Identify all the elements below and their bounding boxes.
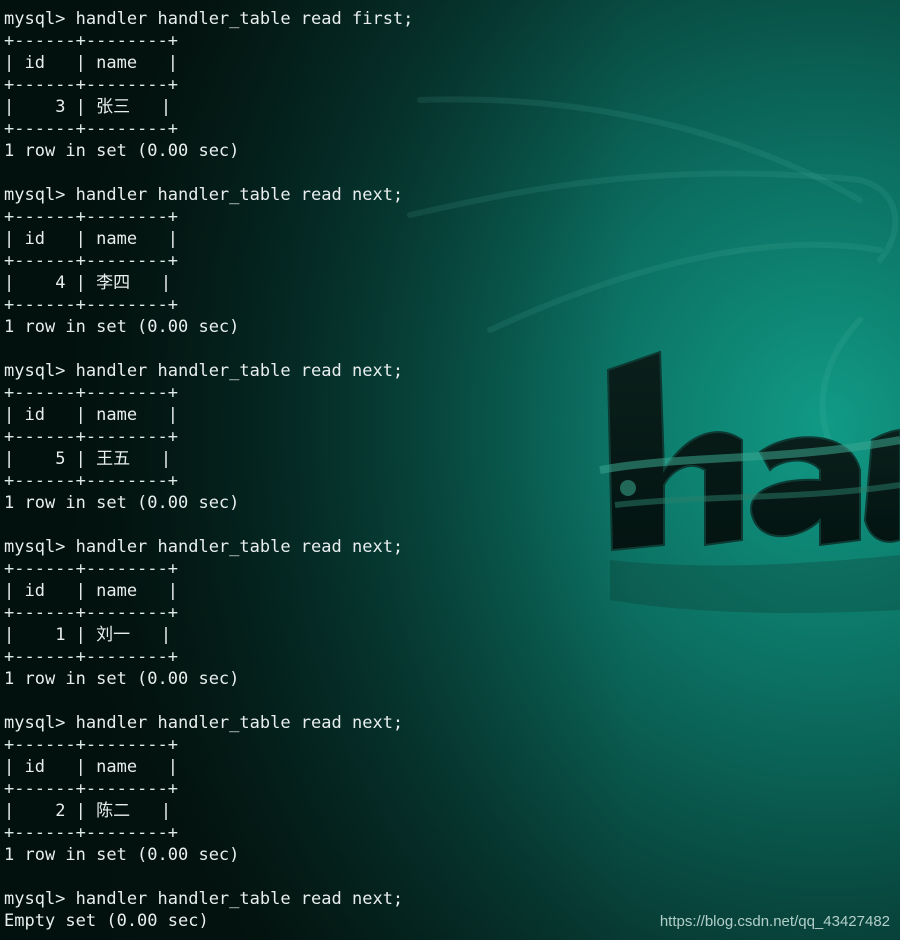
- cell-separator: |: [65, 801, 97, 821]
- cell-separator: |: [4, 625, 56, 645]
- mysql-prompt-line: mysql> handler handler_table read next;: [4, 889, 404, 909]
- table-border-bottom: +------+--------+: [4, 471, 178, 491]
- table-border-top: +------+--------+: [4, 559, 178, 579]
- cell-separator: |: [65, 273, 97, 293]
- mysql-prompt-line: mysql> handler handler_table read next;: [4, 361, 404, 381]
- result-summary: 1 row in set (0.00 sec): [4, 845, 240, 865]
- cell-separator: |: [65, 97, 97, 117]
- table-border-mid: +------+--------+: [4, 251, 178, 271]
- table-row: | 3 | 张三 |: [4, 96, 894, 118]
- table-border-top: +------+--------+: [4, 383, 178, 403]
- mysql-prompt-line: mysql> handler handler_table read next;: [4, 537, 404, 557]
- table-row: | 5 | 王五 |: [4, 448, 894, 470]
- cell-separator: |: [4, 801, 56, 821]
- table-border-bottom: +------+--------+: [4, 119, 178, 139]
- cell-separator: |: [4, 449, 56, 469]
- table-border-bottom: +------+--------+: [4, 647, 178, 667]
- cell-id: 2: [55, 801, 66, 821]
- cell-separator: |: [65, 449, 97, 469]
- result-summary: 1 row in set (0.00 sec): [4, 141, 240, 161]
- cell-separator: |: [130, 97, 172, 117]
- cell-id: 5: [55, 449, 66, 469]
- table-border-top: +------+--------+: [4, 31, 178, 51]
- terminal-output: mysql> handler handler_table read first;…: [4, 8, 894, 933]
- cell-name: 刘一: [96, 625, 131, 645]
- table-border-bottom: +------+--------+: [4, 295, 178, 315]
- table-header-row: | id | name |: [4, 757, 178, 777]
- table-header-row: | id | name |: [4, 405, 178, 425]
- cell-separator: |: [130, 273, 172, 293]
- cell-separator: |: [4, 273, 56, 293]
- cell-separator: |: [65, 625, 97, 645]
- cell-id: 1: [55, 625, 66, 645]
- table-header-row: | id | name |: [4, 229, 178, 249]
- cell-separator: |: [4, 97, 56, 117]
- cell-separator: |: [130, 449, 172, 469]
- table-row: | 2 | 陈二 |: [4, 800, 894, 822]
- table-border-top: +------+--------+: [4, 207, 178, 227]
- cell-id: 3: [55, 97, 66, 117]
- table-border-mid: +------+--------+: [4, 779, 178, 799]
- watermark-url: https://blog.csdn.net/qq_43427482: [659, 913, 890, 930]
- cell-separator: |: [130, 625, 172, 645]
- table-header-row: | id | name |: [4, 581, 178, 601]
- cell-name: 王五: [96, 449, 131, 469]
- table-border-mid: +------+--------+: [4, 603, 178, 623]
- mysql-prompt-line: mysql> handler handler_table read next;: [4, 185, 404, 205]
- table-row: | 4 | 李四 |: [4, 272, 894, 294]
- table-header-row: | id | name |: [4, 53, 178, 73]
- table-row: | 1 | 刘一 |: [4, 624, 894, 646]
- result-summary: 1 row in set (0.00 sec): [4, 669, 240, 689]
- cell-name: 李四: [96, 273, 131, 293]
- result-summary: 1 row in set (0.00 sec): [4, 317, 240, 337]
- cell-id: 4: [55, 273, 66, 293]
- mysql-prompt-line: mysql> handler handler_table read next;: [4, 713, 404, 733]
- table-border-mid: +------+--------+: [4, 427, 178, 447]
- cell-name: 张三: [96, 97, 131, 117]
- cell-separator: |: [130, 801, 172, 821]
- cell-name: 陈二: [96, 801, 131, 821]
- mysql-prompt-line: mysql> handler handler_table read first;: [4, 9, 414, 29]
- table-border-top: +------+--------+: [4, 735, 178, 755]
- table-border-bottom: +------+--------+: [4, 823, 178, 843]
- table-border-mid: +------+--------+: [4, 75, 178, 95]
- result-summary: 1 row in set (0.00 sec): [4, 493, 240, 513]
